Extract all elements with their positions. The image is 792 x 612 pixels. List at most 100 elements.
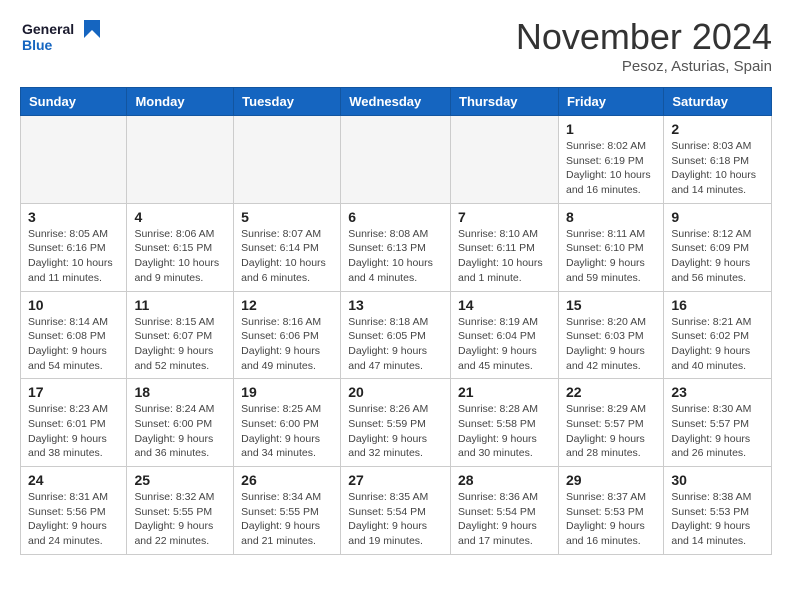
calendar-cell: 16 Sunrise: 8:21 AM Sunset: 6:02 PM Dayli… bbox=[664, 291, 772, 379]
calendar-cell: 4 Sunrise: 8:06 AM Sunset: 6:15 PM Daylig… bbox=[127, 203, 234, 291]
calendar-cell: 15 Sunrise: 8:20 AM Sunset: 6:03 PM Dayli… bbox=[558, 291, 663, 379]
day-number: 17 bbox=[28, 384, 119, 400]
day-info: Sunrise: 8:24 AM Sunset: 6:00 PM Dayligh… bbox=[134, 402, 226, 461]
day-info: Sunrise: 8:38 AM Sunset: 5:53 PM Dayligh… bbox=[671, 490, 764, 549]
day-number: 19 bbox=[241, 384, 333, 400]
day-info: Sunrise: 8:16 AM Sunset: 6:06 PM Dayligh… bbox=[241, 315, 333, 374]
calendar-cell: 6 Sunrise: 8:08 AM Sunset: 6:13 PM Daylig… bbox=[341, 203, 451, 291]
calendar-cell: 28Sunrise: 8:36 AM Sunset: 5:54 PM Dayli… bbox=[451, 467, 559, 555]
day-info: Sunrise: 8:06 AM Sunset: 6:15 PM Dayligh… bbox=[134, 227, 226, 286]
day-info: Sunrise: 8:28 AM Sunset: 5:58 PM Dayligh… bbox=[458, 402, 551, 461]
day-info: Sunrise: 8:26 AM Sunset: 5:59 PM Dayligh… bbox=[348, 402, 443, 461]
calendar-cell: 24 Sunrise: 8:31 AM Sunset: 5:56 PM Dayli… bbox=[21, 467, 127, 555]
day-info: Sunrise: 8:07 AM Sunset: 6:14 PM Dayligh… bbox=[241, 227, 333, 286]
day-number: 25 bbox=[134, 472, 226, 488]
calendar-cell bbox=[127, 116, 234, 204]
day-number: 2 bbox=[671, 121, 764, 137]
week-row: 3 Sunrise: 8:05 AM Sunset: 6:16 PM Daylig… bbox=[21, 203, 772, 291]
calendar-cell bbox=[341, 116, 451, 204]
day-info: Sunrise: 8:02 AM Sunset: 6:19 PM Dayligh… bbox=[566, 139, 656, 198]
weekday-header: Friday bbox=[558, 88, 663, 116]
day-number: 28 bbox=[458, 472, 551, 488]
calendar-cell: 17Sunrise: 8:23 AM Sunset: 6:01 PM Dayli… bbox=[21, 379, 127, 467]
day-info: Sunrise: 8:37 AM Sunset: 5:53 PM Dayligh… bbox=[566, 490, 656, 549]
calendar-cell: 22Sunrise: 8:29 AM Sunset: 5:57 PM Dayli… bbox=[558, 379, 663, 467]
day-number: 13 bbox=[348, 297, 443, 313]
day-number: 18 bbox=[134, 384, 226, 400]
calendar-cell bbox=[21, 116, 127, 204]
calendar-cell: 29 Sunrise: 8:37 AM Sunset: 5:53 PM Dayli… bbox=[558, 467, 663, 555]
logo-svg: General Blue bbox=[20, 16, 100, 60]
svg-text:General: General bbox=[22, 21, 74, 37]
calendar-cell: 18 Sunrise: 8:24 AM Sunset: 6:00 PM Dayli… bbox=[127, 379, 234, 467]
calendar-cell: 1 Sunrise: 8:02 AM Sunset: 6:19 PM Daylig… bbox=[558, 116, 663, 204]
day-number: 27 bbox=[348, 472, 443, 488]
calendar-cell: 20 Sunrise: 8:26 AM Sunset: 5:59 PM Dayli… bbox=[341, 379, 451, 467]
day-number: 22 bbox=[566, 384, 656, 400]
calendar-cell: 10Sunrise: 8:14 AM Sunset: 6:08 PM Dayli… bbox=[21, 291, 127, 379]
calendar: SundayMondayTuesdayWednesdayThursdayFrid… bbox=[20, 87, 772, 555]
calendar-cell: 8 Sunrise: 8:11 AM Sunset: 6:10 PM Daylig… bbox=[558, 203, 663, 291]
calendar-header-row: SundayMondayTuesdayWednesdayThursdayFrid… bbox=[21, 88, 772, 116]
day-info: Sunrise: 8:30 AM Sunset: 5:57 PM Dayligh… bbox=[671, 402, 764, 461]
calendar-cell: 7 Sunrise: 8:10 AM Sunset: 6:11 PM Daylig… bbox=[451, 203, 559, 291]
day-number: 9 bbox=[671, 209, 764, 225]
day-info: Sunrise: 8:15 AM Sunset: 6:07 PM Dayligh… bbox=[134, 315, 226, 374]
day-info: Sunrise: 8:35 AM Sunset: 5:54 PM Dayligh… bbox=[348, 490, 443, 549]
day-number: 7 bbox=[458, 209, 551, 225]
calendar-cell: 3 Sunrise: 8:05 AM Sunset: 6:16 PM Daylig… bbox=[21, 203, 127, 291]
day-info: Sunrise: 8:21 AM Sunset: 6:02 PM Dayligh… bbox=[671, 315, 764, 374]
day-number: 29 bbox=[566, 472, 656, 488]
day-number: 14 bbox=[458, 297, 551, 313]
day-info: Sunrise: 8:08 AM Sunset: 6:13 PM Dayligh… bbox=[348, 227, 443, 286]
day-number: 8 bbox=[566, 209, 656, 225]
calendar-cell bbox=[451, 116, 559, 204]
calendar-cell bbox=[234, 116, 341, 204]
calendar-cell: 25 Sunrise: 8:32 AM Sunset: 5:55 PM Dayli… bbox=[127, 467, 234, 555]
week-row: 24 Sunrise: 8:31 AM Sunset: 5:56 PM Dayli… bbox=[21, 467, 772, 555]
day-number: 30 bbox=[671, 472, 764, 488]
calendar-cell: 5 Sunrise: 8:07 AM Sunset: 6:14 PM Daylig… bbox=[234, 203, 341, 291]
day-number: 1 bbox=[566, 121, 656, 137]
day-info: Sunrise: 8:32 AM Sunset: 5:55 PM Dayligh… bbox=[134, 490, 226, 549]
calendar-cell: 12Sunrise: 8:16 AM Sunset: 6:06 PM Dayli… bbox=[234, 291, 341, 379]
header: General Blue November 2024 Pesoz, Asturi… bbox=[20, 16, 772, 75]
day-info: Sunrise: 8:18 AM Sunset: 6:05 PM Dayligh… bbox=[348, 315, 443, 374]
day-number: 3 bbox=[28, 209, 119, 225]
day-number: 21 bbox=[458, 384, 551, 400]
day-info: Sunrise: 8:25 AM Sunset: 6:00 PM Dayligh… bbox=[241, 402, 333, 461]
day-number: 15 bbox=[566, 297, 656, 313]
day-info: Sunrise: 8:11 AM Sunset: 6:10 PM Dayligh… bbox=[566, 227, 656, 286]
title-area: November 2024 Pesoz, Asturias, Spain bbox=[516, 16, 772, 75]
location: Pesoz, Asturias, Spain bbox=[516, 58, 772, 75]
day-info: Sunrise: 8:14 AM Sunset: 6:08 PM Dayligh… bbox=[28, 315, 119, 374]
day-number: 5 bbox=[241, 209, 333, 225]
day-number: 6 bbox=[348, 209, 443, 225]
week-row: 1 Sunrise: 8:02 AM Sunset: 6:19 PM Daylig… bbox=[21, 116, 772, 204]
day-info: Sunrise: 8:10 AM Sunset: 6:11 PM Dayligh… bbox=[458, 227, 551, 286]
day-number: 4 bbox=[134, 209, 226, 225]
weekday-header: Monday bbox=[127, 88, 234, 116]
week-row: 17Sunrise: 8:23 AM Sunset: 6:01 PM Dayli… bbox=[21, 379, 772, 467]
calendar-cell: 23 Sunrise: 8:30 AM Sunset: 5:57 PM Dayli… bbox=[664, 379, 772, 467]
day-number: 20 bbox=[348, 384, 443, 400]
day-number: 16 bbox=[671, 297, 764, 313]
calendar-cell: 19 Sunrise: 8:25 AM Sunset: 6:00 PM Dayli… bbox=[234, 379, 341, 467]
calendar-cell: 26Sunrise: 8:34 AM Sunset: 5:55 PM Dayli… bbox=[234, 467, 341, 555]
day-number: 23 bbox=[671, 384, 764, 400]
calendar-cell: 30 Sunrise: 8:38 AM Sunset: 5:53 PM Dayli… bbox=[664, 467, 772, 555]
day-info: Sunrise: 8:03 AM Sunset: 6:18 PM Dayligh… bbox=[671, 139, 764, 198]
day-number: 26 bbox=[241, 472, 333, 488]
weekday-header: Wednesday bbox=[341, 88, 451, 116]
day-info: Sunrise: 8:20 AM Sunset: 6:03 PM Dayligh… bbox=[566, 315, 656, 374]
day-number: 24 bbox=[28, 472, 119, 488]
logo-area: General Blue bbox=[20, 16, 100, 65]
calendar-cell: 27 Sunrise: 8:35 AM Sunset: 5:54 PM Dayli… bbox=[341, 467, 451, 555]
day-info: Sunrise: 8:31 AM Sunset: 5:56 PM Dayligh… bbox=[28, 490, 119, 549]
calendar-cell: 2 Sunrise: 8:03 AM Sunset: 6:18 PM Daylig… bbox=[664, 116, 772, 204]
calendar-cell: 14Sunrise: 8:19 AM Sunset: 6:04 PM Dayli… bbox=[451, 291, 559, 379]
calendar-cell: 13 Sunrise: 8:18 AM Sunset: 6:05 PM Dayli… bbox=[341, 291, 451, 379]
day-info: Sunrise: 8:05 AM Sunset: 6:16 PM Dayligh… bbox=[28, 227, 119, 286]
day-number: 11 bbox=[134, 297, 226, 313]
weekday-header: Saturday bbox=[664, 88, 772, 116]
